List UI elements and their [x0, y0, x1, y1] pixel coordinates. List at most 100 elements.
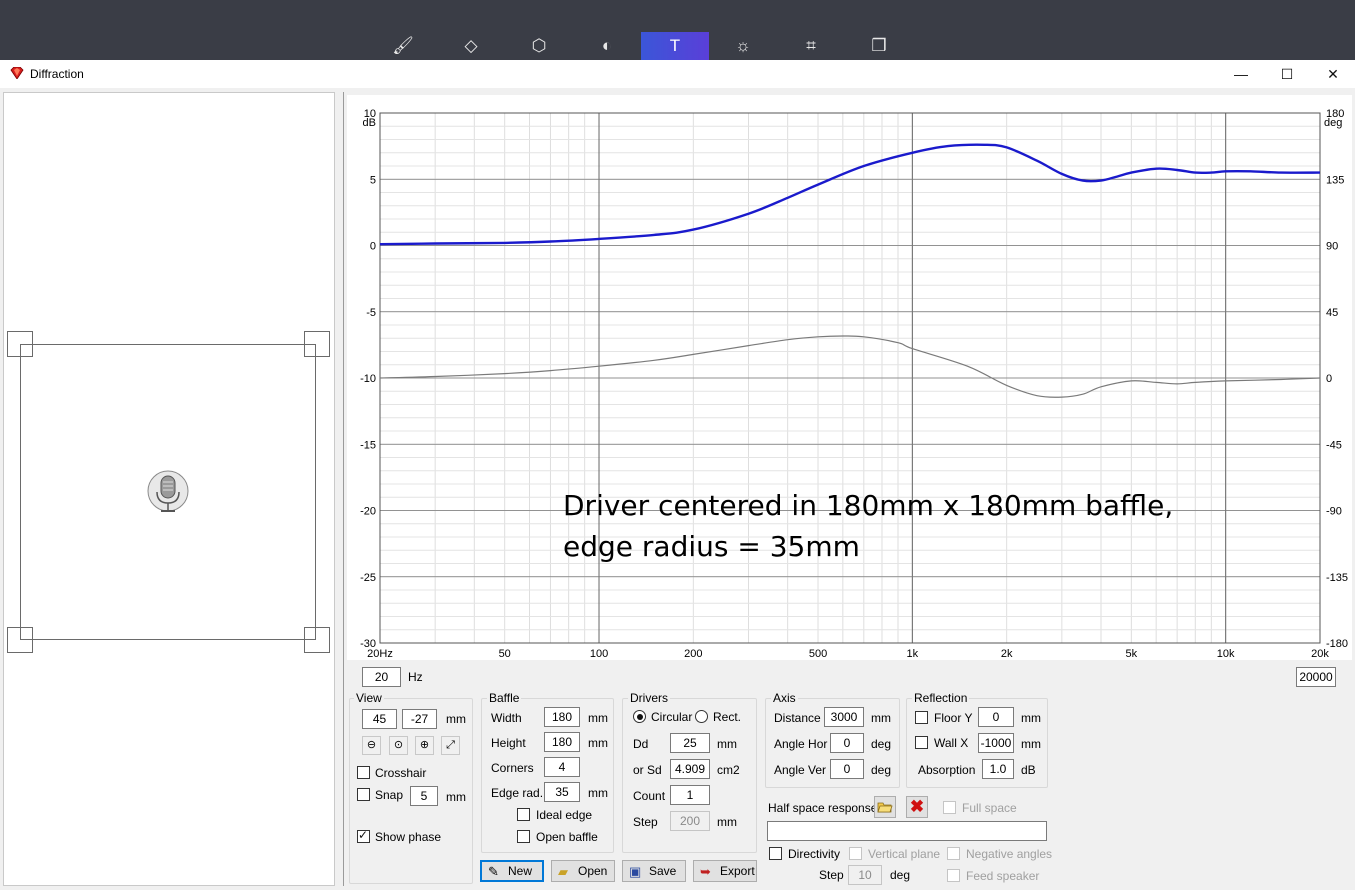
ideal-edge-label: Ideal edge — [536, 808, 593, 822]
absorption-field[interactable]: 1.0 — [982, 759, 1014, 779]
phase-series-line — [379, 335, 1321, 398]
crosshair-checkbox[interactable] — [357, 766, 370, 779]
directivity-step-field: 10 — [848, 865, 882, 885]
mixed-reality-icon[interactable]: ❒ — [845, 32, 913, 60]
rect-radio[interactable] — [695, 710, 708, 723]
baffle-width-label: Width — [491, 711, 522, 725]
resize-handle-bottom-left[interactable] — [7, 627, 33, 653]
save-button[interactable]: ▣ Save — [622, 860, 686, 882]
open-baffle-checkbox[interactable] — [517, 830, 530, 843]
crop-icon[interactable]: ⌗ — [777, 32, 845, 60]
y2-tick-label: -135 — [1326, 572, 1348, 584]
floor-checkbox[interactable] — [915, 711, 928, 724]
y-tick-label: -30 — [360, 638, 376, 650]
delete-x-icon[interactable]: ✖ — [906, 796, 928, 818]
distance-label: Distance — [774, 711, 821, 725]
open-folder-icon[interactable] — [874, 796, 896, 818]
maximize-button[interactable]: ☐ — [1264, 60, 1310, 88]
text-tool-icon[interactable]: T — [641, 32, 709, 60]
angle-ver-field[interactable]: 0 — [830, 759, 864, 779]
chart-annotation-line-2: edge radius = 35mm — [563, 530, 860, 563]
sd-field[interactable]: 4.909 — [670, 759, 710, 779]
chart-annotation-line-1: Driver centered in 180mm x 180mm baffle, — [563, 489, 1173, 522]
count-label: Count — [633, 789, 666, 803]
floor-label: Floor Y — [934, 711, 973, 725]
circular-radio[interactable] — [633, 710, 646, 723]
export-arrow-icon: ➥ — [700, 864, 711, 879]
baffle-height-field[interactable]: 180 — [544, 732, 580, 752]
magnitude-series-line — [379, 143, 1321, 246]
distance-field[interactable]: 3000 — [824, 707, 864, 727]
view-x-field[interactable]: 45 — [362, 709, 397, 729]
show-phase-checkbox[interactable] — [357, 828, 370, 843]
x-tick-label: 500 — [809, 648, 827, 660]
directivity-step-unit: deg — [890, 868, 911, 882]
view-y-field[interactable]: -27 — [402, 709, 437, 729]
new-button[interactable]: ✎ New — [480, 860, 544, 882]
palette-icon[interactable]: ◐ — [573, 32, 641, 60]
driver-step-label: Step — [633, 815, 658, 829]
count-field[interactable]: 1 — [670, 785, 710, 805]
resize-handle-top-right[interactable] — [304, 331, 330, 357]
zoom-out-icon[interactable]: ⊖ — [362, 736, 381, 755]
sd-label: or Sd — [633, 763, 662, 777]
baffle-corners-label: Corners — [491, 761, 534, 775]
y2-tick-label: 45 — [1326, 307, 1338, 319]
close-button[interactable]: ✕ — [1310, 60, 1355, 88]
crosshair-label: Crosshair — [375, 766, 427, 780]
circular-label: Circular — [651, 710, 693, 724]
angle-hor-field[interactable]: 0 — [830, 733, 864, 753]
baffle-width-field[interactable]: 180 — [544, 707, 580, 727]
export-button[interactable]: ➥ Export — [693, 860, 757, 882]
paint-brush-icon[interactable]: 🖌 — [369, 32, 437, 60]
floor-field[interactable]: 0 — [978, 707, 1014, 727]
freq-min-unit: Hz — [408, 670, 423, 684]
fit-view-icon[interactable]: ⤢ — [441, 736, 460, 755]
wall-field[interactable]: -1000 — [978, 733, 1014, 753]
brightness-icon[interactable]: ☼ — [709, 32, 777, 60]
y2-tick-label: 0 — [1326, 373, 1332, 385]
directivity-checkbox[interactable] — [769, 847, 782, 860]
freq-max-field[interactable]: 20000 — [1296, 667, 1336, 687]
baffle-edge-unit: mm — [588, 786, 608, 800]
resize-handle-top-left[interactable] — [7, 331, 33, 357]
view-group-title: View — [354, 691, 384, 705]
negative-angles-checkbox — [947, 847, 960, 860]
baffle-height-label: Height — [491, 736, 526, 750]
open-button-label: Open — [578, 864, 608, 878]
baffle-corners-field[interactable]: 4 — [544, 757, 580, 777]
y-tick-label: 0 — [370, 241, 376, 253]
snap-value-field[interactable]: 5 — [410, 786, 438, 806]
window-title: Diffraction — [30, 67, 84, 81]
directivity-label: Directivity — [788, 847, 841, 861]
y2-tick-label: -180 — [1326, 638, 1348, 650]
dd-field[interactable]: 25 — [670, 733, 710, 753]
baffle-edge-field[interactable]: 35 — [544, 782, 580, 802]
zoom-reset-icon[interactable]: ⊙ — [389, 736, 408, 755]
microphone-icon[interactable] — [146, 470, 190, 516]
folder-icon: ▰ — [558, 864, 568, 879]
magic-wand-icon: ✎ — [488, 864, 499, 879]
cube-icon[interactable]: ⬡ — [505, 32, 573, 60]
y2-tick-label: 90 — [1326, 241, 1338, 253]
export-button-label: Export — [720, 864, 755, 878]
x-tick-label: 5k — [1126, 648, 1138, 660]
wall-checkbox[interactable] — [915, 736, 928, 749]
snap-checkbox[interactable] — [357, 788, 370, 801]
angle-hor-unit: deg — [871, 737, 892, 751]
baffle-group-title: Baffle — [487, 691, 522, 705]
half-space-path-field[interactable] — [767, 821, 1047, 841]
baffle-edge-label: Edge rad. — [491, 786, 544, 800]
minimize-button[interactable]: — — [1218, 60, 1264, 88]
freq-min-field[interactable]: 20 — [362, 667, 401, 687]
x-tick-label: 100 — [590, 648, 608, 660]
zoom-in-icon[interactable]: ⊕ — [415, 736, 434, 755]
open-button[interactable]: ▰ Open — [551, 860, 615, 882]
sd-unit: cm2 — [717, 763, 740, 777]
resize-handle-bottom-right[interactable] — [304, 627, 330, 653]
ideal-edge-checkbox[interactable] — [517, 808, 530, 821]
snap-unit: mm — [446, 790, 466, 804]
shapes-icon[interactable]: ◇ — [437, 32, 505, 60]
frequency-response-chart[interactable]: 20Hz 50 100 200 500 1k 2k 5k 10k 20k1050-5-10-15-… — [347, 95, 1352, 660]
distance-unit: mm — [871, 711, 891, 725]
